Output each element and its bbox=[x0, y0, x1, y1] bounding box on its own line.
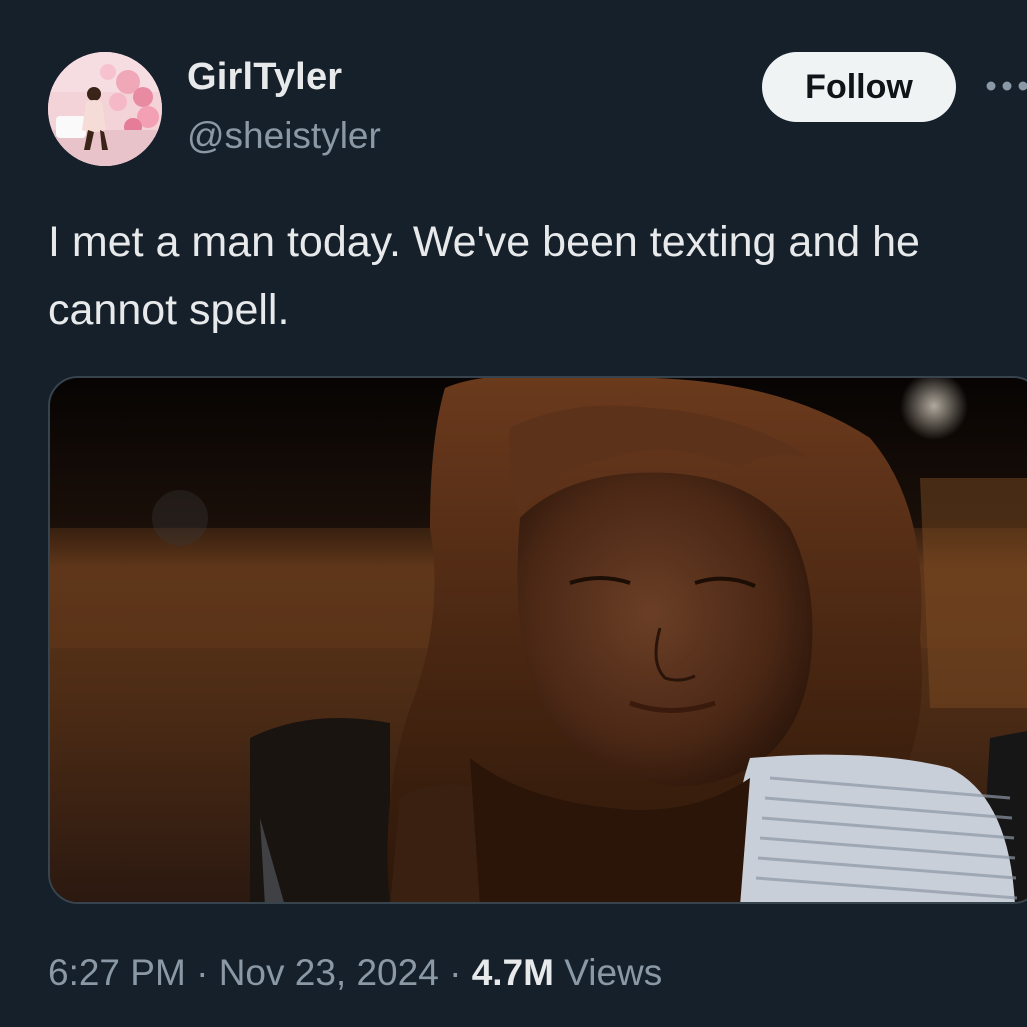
more-horizontal-icon[interactable] bbox=[983, 76, 1027, 96]
follow-button[interactable]: Follow bbox=[762, 52, 956, 122]
tweet-meta: 6:27 PM · Nov 23, 2024 · 4.7M Views bbox=[48, 952, 662, 994]
avatar[interactable] bbox=[48, 52, 162, 166]
user-handle[interactable]: @sheistyler bbox=[187, 115, 381, 157]
tweet-media-image[interactable] bbox=[48, 376, 1027, 904]
avatar-image bbox=[48, 52, 162, 166]
display-name[interactable]: GirlTyler bbox=[187, 56, 342, 99]
views-label: Views bbox=[553, 952, 663, 993]
views-count: 4.7M bbox=[471, 952, 554, 993]
tweet-text: I met a man today. We've been texting an… bbox=[48, 218, 920, 334]
tweet-time[interactable]: 6:27 PM bbox=[48, 952, 186, 993]
tweet-date[interactable]: Nov 23, 2024 bbox=[219, 952, 439, 993]
tweet-card: GirlTyler @sheistyler Follow I met a man… bbox=[0, 0, 1027, 1027]
meta-separator: · bbox=[185, 952, 219, 993]
meta-separator: · bbox=[438, 952, 472, 993]
